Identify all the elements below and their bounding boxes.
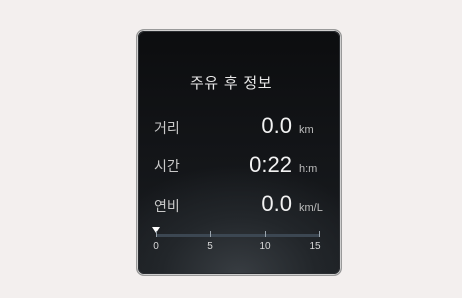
distance-label: 거리 bbox=[154, 121, 180, 137]
panel-title: 주유 후 정보 bbox=[189, 74, 273, 92]
gauge-tick bbox=[265, 231, 266, 237]
time-unit: h:m bbox=[299, 163, 318, 175]
gauge-tick bbox=[319, 231, 320, 237]
time-label: 시간 bbox=[154, 159, 180, 175]
distance-value: 0.0 bbox=[261, 113, 292, 138]
time-value: 0:22 bbox=[249, 152, 292, 177]
gauge-tick-label: 0 bbox=[153, 241, 159, 252]
gauge-tick-label: 15 bbox=[309, 241, 321, 252]
gauge-tick bbox=[156, 231, 157, 237]
fuel-economy-label: 연비 bbox=[154, 199, 180, 215]
gauge-tick bbox=[210, 231, 211, 237]
distance-unit: km bbox=[299, 124, 314, 136]
gauge-tick-label: 10 bbox=[259, 241, 271, 252]
fuel-economy-unit: km/L bbox=[299, 202, 323, 214]
fuel-economy-gauge bbox=[156, 234, 320, 237]
gauge-tick-label: 5 bbox=[207, 241, 213, 252]
fuel-economy-value: 0.0 bbox=[261, 191, 292, 216]
